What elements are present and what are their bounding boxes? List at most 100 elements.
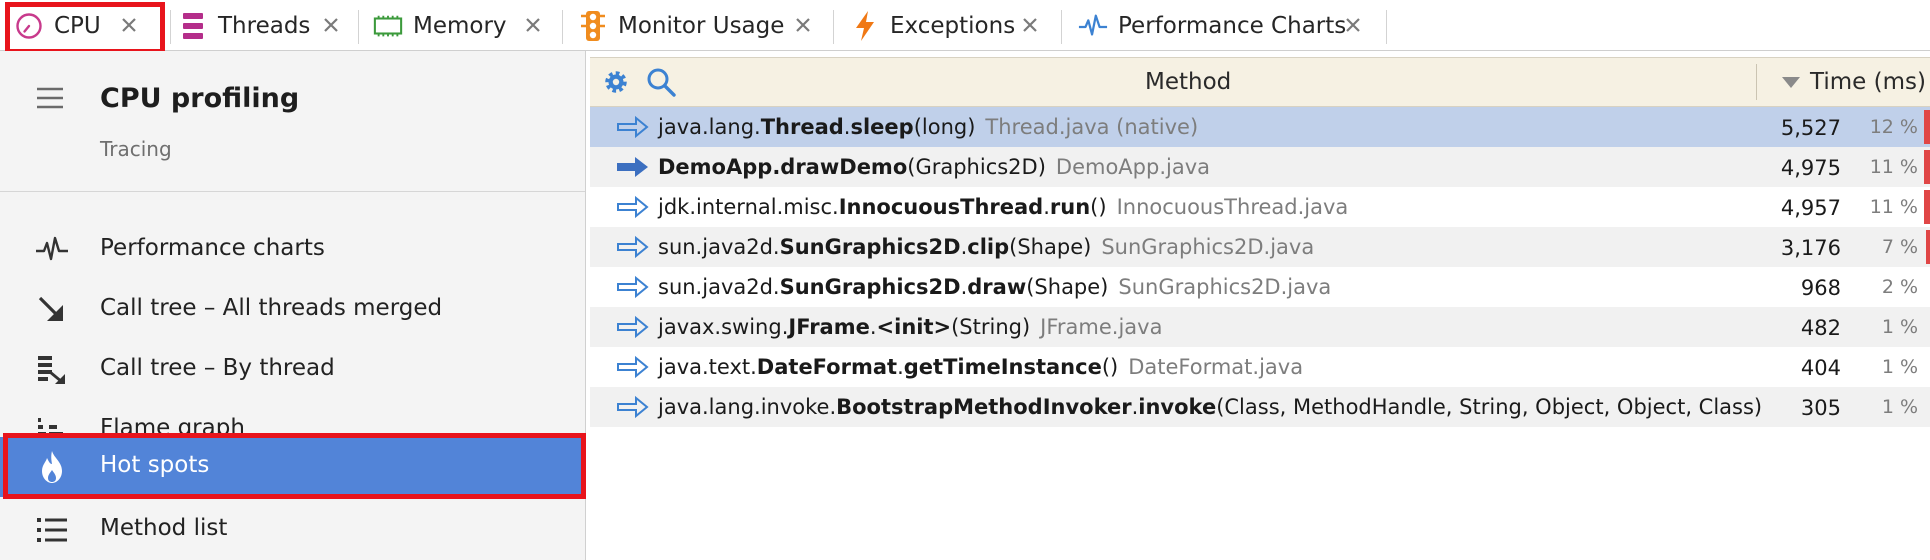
close-icon[interactable] bbox=[1015, 10, 1045, 40]
method-arguments: (String) bbox=[951, 315, 1031, 339]
sidebar-item-performance-charts[interactable]: Performance charts bbox=[0, 220, 585, 280]
method-name: run bbox=[1049, 195, 1091, 219]
table-row[interactable]: java.lang.Thread.sleep(long) Thread.java … bbox=[590, 107, 1930, 147]
method-source-file: JFrame.java bbox=[1040, 315, 1163, 339]
sidebar-item-label: Performance charts bbox=[100, 235, 325, 261]
time-value: 5,527 bbox=[1780, 116, 1841, 140]
percent-value: 7 % bbox=[1881, 236, 1918, 258]
tab-divider bbox=[833, 10, 834, 44]
sidebar-title: CPU profiling bbox=[100, 83, 300, 114]
table-row[interactable]: javax.swing.JFrame.<init>(String) JFrame.… bbox=[590, 307, 1930, 347]
tab-label: Threads bbox=[218, 13, 311, 39]
sidebar-header: CPU profiling Tracing bbox=[0, 51, 585, 192]
method-name: <init> bbox=[876, 315, 952, 339]
tab-divider bbox=[1061, 10, 1062, 44]
table-header: Method Time (ms) bbox=[590, 57, 1930, 107]
method-name: drawDemo bbox=[780, 155, 908, 179]
close-icon[interactable] bbox=[316, 10, 346, 40]
list-icon bbox=[34, 513, 70, 547]
method-source-file: SunGraphics2D.java bbox=[1118, 275, 1332, 299]
close-icon[interactable] bbox=[1338, 10, 1368, 40]
hot-spots-table: Method Time (ms) java.lang.Thread.sleep(… bbox=[590, 57, 1930, 560]
tab-divider bbox=[1386, 10, 1387, 44]
column-header-time[interactable]: Time (ms) bbox=[1782, 69, 1926, 95]
sidebar-item-call-tree-by-thread[interactable]: Call tree – By thread bbox=[0, 340, 585, 400]
sidebar: CPU profiling Tracing Performance charts… bbox=[0, 51, 586, 560]
method-class: SunGraphics2D bbox=[779, 235, 961, 259]
gear-icon[interactable] bbox=[602, 68, 630, 96]
method-signature: sun.java2d.SunGraphics2D.clip(Shape) SunG… bbox=[658, 235, 1314, 259]
method-arguments: (long) bbox=[913, 115, 976, 139]
close-icon[interactable] bbox=[518, 10, 548, 40]
time-value: 3,176 bbox=[1780, 236, 1841, 260]
column-header-method[interactable]: Method bbox=[1145, 69, 1231, 95]
outline-arrow-right-icon bbox=[616, 195, 650, 219]
tab-label: Performance Charts bbox=[1118, 13, 1347, 39]
method-signature: java.lang.invoke.BootstrapMethodInvoker.… bbox=[658, 395, 1762, 419]
table-row[interactable]: DemoApp.drawDemo(Graphics2D) DemoApp.java… bbox=[590, 147, 1930, 187]
tab-threads[interactable]: Threads bbox=[178, 4, 346, 48]
tab-memory[interactable]: Memory bbox=[373, 4, 548, 48]
method-arguments: (Shape) bbox=[1026, 275, 1109, 299]
method-arguments: (Graphics2D) bbox=[907, 155, 1046, 179]
method-source-file: DemoApp.java bbox=[1055, 155, 1211, 179]
close-icon[interactable] bbox=[788, 10, 818, 40]
method-class: DateFormat bbox=[756, 355, 898, 379]
method-name: draw bbox=[967, 275, 1027, 299]
method-package: sun.java2d. bbox=[658, 275, 780, 299]
highlight-frame bbox=[3, 433, 586, 499]
method-arguments: () bbox=[1101, 355, 1119, 379]
table-row[interactable]: java.text.DateFormat.getTimeInstance() Da… bbox=[590, 347, 1930, 387]
traffic-light-icon bbox=[578, 11, 608, 41]
percent-value: 1 % bbox=[1881, 396, 1918, 418]
percent-value: 12 % bbox=[1869, 116, 1918, 138]
percent-value: 11 % bbox=[1869, 156, 1918, 178]
memory-chip-icon bbox=[373, 11, 403, 41]
search-icon[interactable] bbox=[646, 67, 676, 97]
thread-tree-icon bbox=[34, 353, 70, 387]
tab-performance-charts[interactable]: Performance Charts bbox=[1078, 4, 1368, 48]
outline-arrow-right-icon bbox=[616, 115, 650, 139]
pulse-icon bbox=[1078, 11, 1108, 41]
tab-label: Exceptions bbox=[890, 13, 1016, 39]
method-separator: . bbox=[897, 355, 904, 379]
method-class: DemoApp bbox=[658, 155, 773, 179]
method-signature: jdk.internal.misc.InnocuousThread.run() I… bbox=[658, 195, 1348, 219]
method-arguments: () bbox=[1090, 195, 1107, 219]
method-arguments: (Shape) bbox=[1009, 235, 1092, 259]
tab-label: Monitor Usage bbox=[618, 13, 785, 39]
tab-exceptions[interactable]: Exceptions bbox=[850, 4, 1045, 48]
method-class: JFrame bbox=[788, 315, 870, 339]
threads-icon bbox=[178, 11, 208, 41]
hamburger-menu-icon[interactable] bbox=[36, 87, 70, 113]
table-row[interactable]: sun.java2d.SunGraphics2D.clip(Shape) SunG… bbox=[590, 227, 1930, 267]
time-value: 4,957 bbox=[1780, 196, 1841, 220]
method-name: invoke bbox=[1138, 395, 1217, 419]
percent-value: 1 % bbox=[1881, 316, 1918, 338]
method-arguments: (Class, MethodHandle, String, Object, Ob… bbox=[1216, 395, 1763, 419]
column-divider[interactable] bbox=[1756, 64, 1757, 100]
method-signature: java.lang.Thread.sleep(long) Thread.java … bbox=[658, 115, 1198, 139]
method-source-file: SunGraphics2D.java bbox=[1101, 235, 1315, 259]
percent-value: 1 % bbox=[1881, 356, 1918, 378]
table-row[interactable]: java.lang.invoke.BootstrapMethodInvoker.… bbox=[590, 387, 1930, 427]
sidebar-item-method-list[interactable]: Method list bbox=[0, 500, 585, 560]
tab-monitor-usage[interactable]: Monitor Usage bbox=[578, 4, 818, 48]
table-row[interactable]: sun.java2d.SunGraphics2D.draw(Shape) SunG… bbox=[590, 267, 1930, 307]
method-name: getTimeInstance bbox=[903, 355, 1102, 379]
tab-bar: CPU Threads Memory Monitor Usage Excepti… bbox=[0, 0, 1930, 54]
sidebar-item-label: Call tree – By thread bbox=[100, 355, 335, 381]
lightning-icon bbox=[850, 11, 880, 41]
method-separator: . bbox=[869, 315, 877, 339]
method-source-file: DateFormat.java bbox=[1128, 355, 1304, 379]
highlight-frame bbox=[5, 2, 165, 54]
table-row[interactable]: jdk.internal.misc.InnocuousThread.run() I… bbox=[590, 187, 1930, 227]
method-separator: . bbox=[1043, 195, 1050, 219]
sidebar-item-call-tree-all-threads[interactable]: Call tree – All threads merged bbox=[0, 280, 585, 340]
percent-bar bbox=[1926, 230, 1930, 264]
sidebar-subtitle: Tracing bbox=[100, 137, 172, 161]
percent-bar bbox=[1924, 110, 1930, 144]
method-package: java.lang.invoke. bbox=[658, 395, 837, 419]
time-value: 482 bbox=[1800, 316, 1841, 340]
method-package: jdk.internal.misc. bbox=[658, 195, 839, 219]
